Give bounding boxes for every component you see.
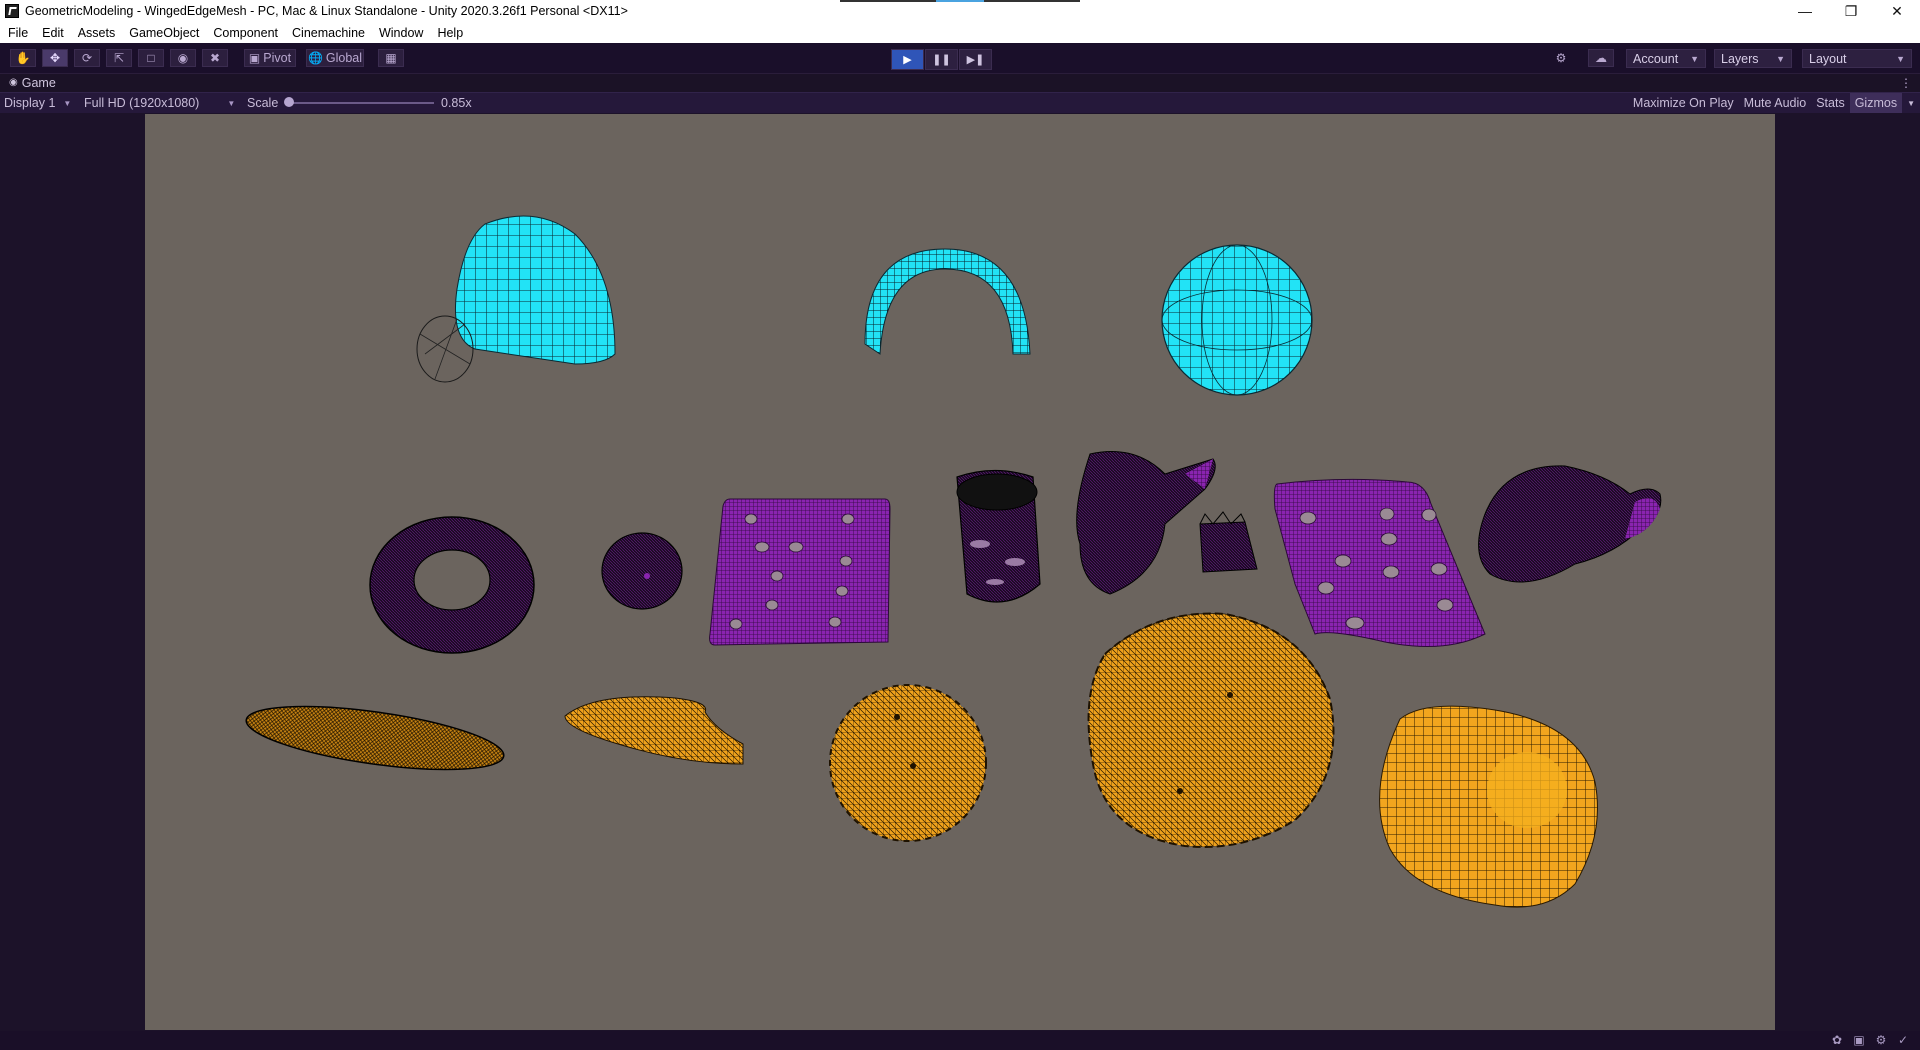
account-label: Account — [1633, 51, 1679, 66]
layers-dropdown[interactable]: Layers ▼ — [1714, 49, 1792, 68]
pause-icon: ❚❚ — [932, 54, 951, 66]
more-options-icon[interactable]: ⋮ — [1900, 76, 1912, 90]
collab-icon[interactable]: ⚙ — [1548, 49, 1574, 67]
display-label: Display 1 — [4, 96, 56, 110]
layers-label: Layers — [1721, 51, 1759, 66]
orange-gear-blob — [1087, 612, 1335, 848]
debug-bug-icon[interactable]: ✿ — [1826, 1033, 1848, 1048]
cloud-icon[interactable]: ☁ — [1588, 49, 1614, 67]
orange-flat-disc — [245, 705, 505, 771]
cyan-surface-patch — [416, 215, 616, 383]
stats-toggle[interactable]: Stats — [1811, 96, 1850, 110]
orange-star-disc — [829, 684, 987, 842]
close-icon[interactable]: ✕ — [1874, 0, 1920, 22]
purple-wavy-plate — [1273, 478, 1486, 647]
gizmos-toggle[interactable]: Gizmos — [1849, 93, 1903, 113]
hand-tool-icon[interactable]: ✋ — [10, 49, 36, 67]
rotate-tool-icon[interactable]: ⟳ — [74, 49, 100, 67]
resolution-label: Full HD (1920x1080) — [84, 96, 200, 110]
tab-game[interactable]: ◉ Game — [9, 76, 56, 90]
menu-bar: File Edit Assets GameObject Component Ci… — [0, 22, 1920, 43]
step-icon: ▶❚ — [966, 54, 985, 66]
mute-audio-toggle[interactable]: Mute Audio — [1739, 96, 1812, 110]
pause-button[interactable]: ❚❚ — [925, 49, 958, 70]
unity-app-icon — [5, 4, 19, 18]
window-title: GeometricModeling - WingedEdgeMesh - PC,… — [25, 4, 628, 18]
rect-tool-icon[interactable]: □ — [138, 49, 164, 67]
gizmos-dropdown-arrow[interactable]: ▼ — [1902, 99, 1920, 108]
purple-twisted-knot — [1478, 465, 1662, 583]
scene-render — [245, 215, 1662, 908]
purple-hand-model — [1076, 451, 1216, 595]
notification-icon[interactable]: ⚙ — [1870, 1033, 1892, 1048]
scale-slider-track[interactable] — [290, 102, 434, 104]
restore-icon[interactable]: ❐ — [1828, 0, 1874, 22]
menu-help[interactable]: Help — [430, 26, 470, 40]
game-view-toolbar: Display 1 ▼ Full HD (1920x1080) ▼ Scale … — [0, 92, 1920, 114]
cyan-half-cylinder — [864, 248, 1031, 355]
pivot-label: Pivot — [263, 51, 292, 65]
purple-plate-with-holes — [709, 498, 891, 646]
pivot-toggle[interactable]: ▣ Pivot — [244, 49, 296, 67]
purple-cylinder-with-holes — [956, 469, 1041, 603]
menu-gameobject[interactable]: GameObject — [122, 26, 206, 40]
chevron-down-icon: ▼ — [63, 98, 72, 108]
globe-icon: 🌐 — [307, 51, 323, 65]
step-button[interactable]: ▶❚ — [959, 49, 992, 70]
custom-tool-icon[interactable]: ✖ — [202, 49, 228, 67]
collaborate-icon[interactable]: ▣ — [1848, 1033, 1870, 1048]
menu-cinemachine[interactable]: Cinemachine — [285, 26, 372, 40]
pivot-icon: ▣ — [248, 51, 261, 65]
tab-game-label: Game — [21, 76, 56, 90]
layout-dropdown[interactable]: Layout ▼ — [1802, 49, 1912, 68]
menu-assets[interactable]: Assets — [71, 26, 123, 40]
play-button[interactable]: ▶ — [891, 49, 924, 70]
account-dropdown[interactable]: Account ▼ — [1626, 49, 1706, 68]
purple-small-sphere — [601, 532, 683, 610]
scale-label: Scale — [247, 96, 279, 110]
chevron-down-icon: ▼ — [1896, 53, 1905, 64]
cyan-sphere — [1161, 244, 1313, 396]
minimize-icon[interactable]: — — [1782, 0, 1828, 22]
global-label: Global — [325, 51, 363, 65]
move-tool-icon[interactable]: ✥ — [42, 49, 68, 67]
main-toolbar: ✋ ✥ ⟳ ⇱ □ ◉ ✖ ▣ Pivot 🌐 Global ▦ ▶ ❚❚ ▶❚… — [0, 43, 1920, 74]
chevron-down-icon: ▼ — [1690, 53, 1699, 64]
check-icon[interactable]: ✓ — [1892, 1033, 1914, 1048]
status-bar: ✿ ▣ ⚙ ✓ — [0, 1031, 1920, 1050]
resolution-dropdown[interactable]: Full HD (1920x1080) ▼ — [84, 96, 235, 110]
orange-rounded-box — [1379, 705, 1598, 908]
scale-value: 0.85x — [441, 96, 472, 110]
chevron-down-icon: ▼ — [1776, 53, 1785, 64]
transform-tool-icon[interactable]: ◉ — [170, 49, 196, 67]
purple-small-block — [1199, 511, 1258, 573]
scale-slider-handle[interactable] — [284, 97, 294, 107]
menu-file[interactable]: File — [0, 26, 35, 40]
maximize-on-play-toggle[interactable]: Maximize On Play — [1628, 96, 1739, 110]
editor-tab-row: ◉ Game ⋮ — [0, 74, 1920, 92]
game-viewport[interactable] — [145, 114, 1775, 1030]
menu-component[interactable]: Component — [206, 26, 285, 40]
chevron-down-icon: ▼ — [227, 98, 236, 108]
window-title-bar: GeometricModeling - WingedEdgeMesh - PC,… — [0, 0, 1920, 22]
display-dropdown[interactable]: Display 1 ▼ — [4, 96, 71, 110]
title-accent-line — [840, 0, 1080, 2]
menu-window[interactable]: Window — [372, 26, 430, 40]
grid-snap-icon[interactable]: ▦ — [378, 49, 404, 67]
gamepad-icon: ◉ — [9, 77, 18, 88]
scale-tool-icon[interactable]: ⇱ — [106, 49, 132, 67]
menu-edit[interactable]: Edit — [35, 26, 71, 40]
purple-torus — [369, 516, 535, 654]
layout-label: Layout — [1809, 51, 1847, 66]
play-icon: ▶ — [903, 54, 912, 66]
global-toggle[interactable]: 🌐 Global — [306, 49, 364, 67]
orange-curved-leaf — [564, 696, 744, 765]
